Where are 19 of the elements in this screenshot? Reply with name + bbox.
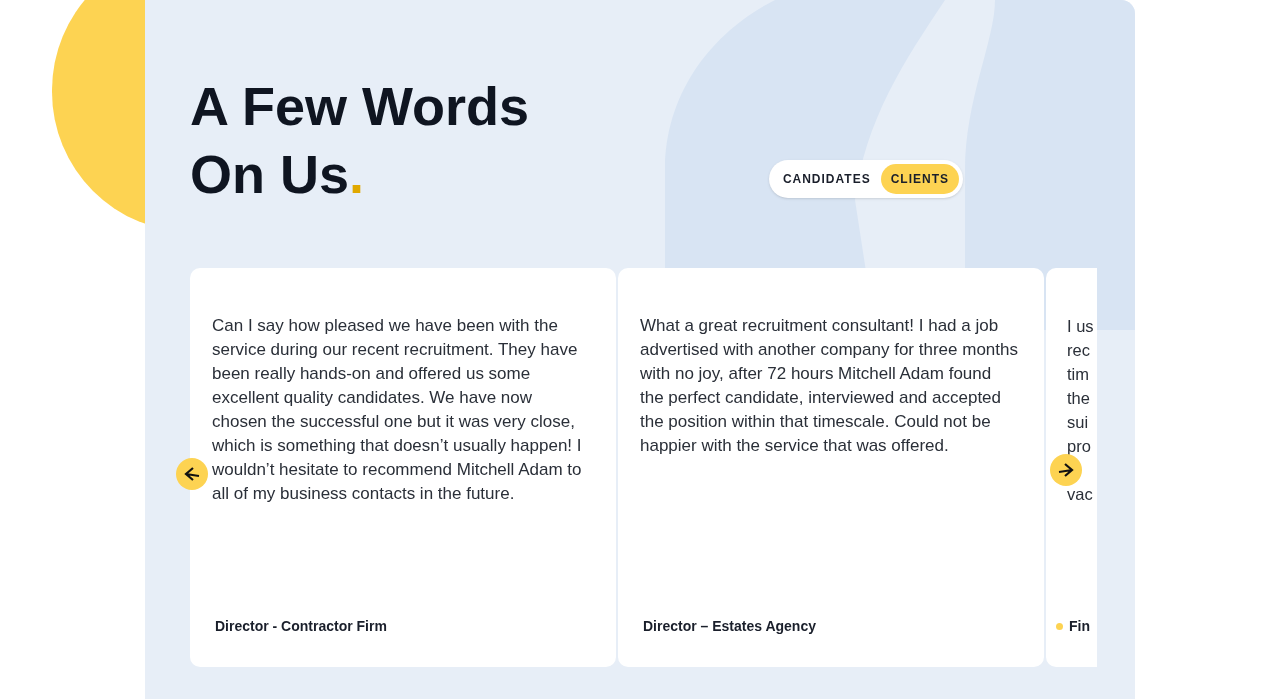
testimonial-text: sui: [1067, 412, 1090, 433]
section-heading: A Few Words On Us.: [190, 75, 530, 206]
testimonial-text: vac: [1067, 484, 1094, 505]
testimonial-author: Fin: [1069, 617, 1090, 636]
testimonial-text: rec: [1067, 340, 1091, 361]
audience-tab[interactable]: CLIENTS: [880, 164, 959, 194]
testimonial-author: Director - Contractor Firm: [215, 617, 388, 636]
testimonial-text: I us: [1067, 316, 1095, 337]
arrow-left-icon: [183, 465, 201, 483]
testimonial-text: the: [1067, 388, 1091, 409]
testimonial-text: pro: [1067, 436, 1092, 457]
audience-tab[interactable]: CANDIDATES: [772, 164, 881, 194]
testimonial-text: tim: [1067, 364, 1090, 385]
testimonial-text: What a great recruitment consultant! I had a job advertised with another company for three months with no joy, after 72 hours Mitchell Adam found the perfect candidate, interviewed and accepted the position within that timescale. Could not be happier with the service that was offered.: [640, 315, 1018, 457]
arrow-right-icon: [1057, 461, 1075, 479]
testimonial-text: Can I say how pleased we have been with the service during our recent recruitment. They have been really hands-on and offered us some excellent quality candidates. We have now chosen the successful one but it was very close, which is something that doesn’t usually happen! I wouldn’t hesitate to recommend Mitchell Adam to all of my business contacts in the future.: [212, 315, 583, 505]
testimonial-author: Director – Estates Agency: [643, 617, 817, 636]
bullet-icon: [1056, 623, 1063, 630]
next-button[interactable]: [1050, 454, 1082, 486]
